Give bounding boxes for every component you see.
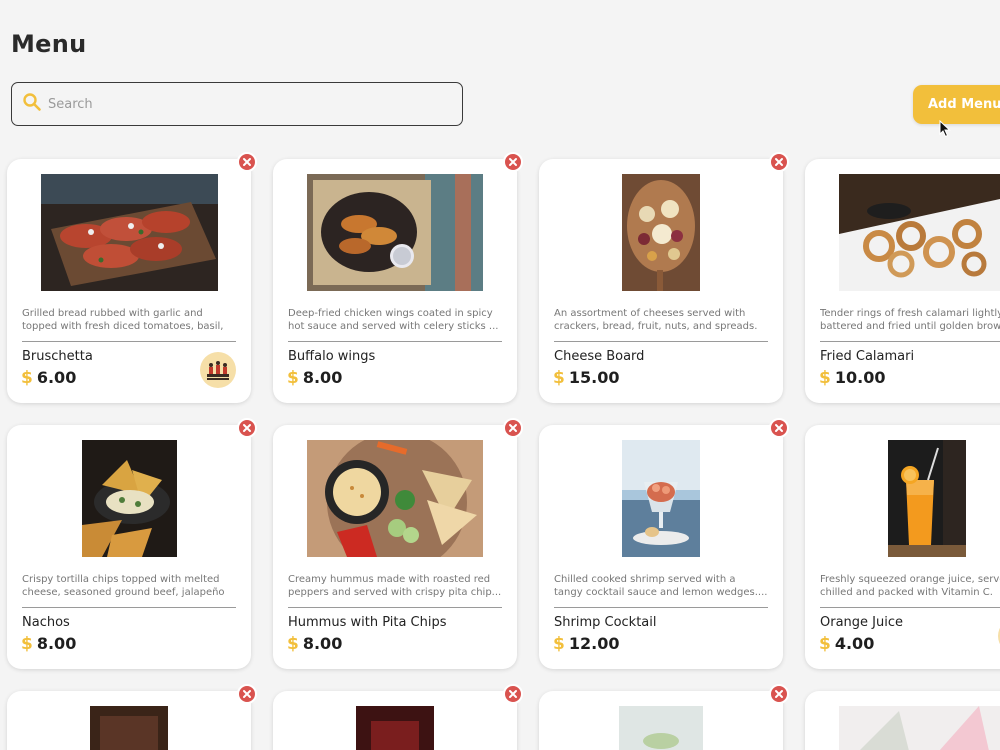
divider: [288, 341, 502, 342]
item-price: 8.00: [302, 368, 343, 387]
close-icon: [775, 424, 783, 432]
item-description: Freshly squeezed orange juice, served ch…: [820, 574, 1000, 598]
divider: [288, 607, 502, 608]
food-image: [356, 706, 434, 750]
add-menu-button[interactable]: Add Menu: [913, 85, 1000, 124]
price-row: $8.00: [287, 634, 342, 654]
food-image: [622, 440, 700, 557]
search-box[interactable]: [11, 82, 463, 126]
remove-item-button[interactable]: [503, 418, 523, 438]
dollar-icon: $: [553, 368, 565, 388]
item-price: 8.00: [36, 634, 77, 653]
item-name: Cheese Board: [554, 349, 645, 364]
item-description: Tender rings of fresh calamari lightly b…: [820, 308, 1000, 332]
food-image: [307, 174, 483, 291]
item-price: 10.00: [834, 368, 886, 387]
dollar-icon: $: [287, 634, 299, 654]
menu-card[interactable]: Crispy tortilla chips topped with melted…: [7, 418, 257, 669]
menu-card[interactable]: [7, 684, 257, 750]
menu-card[interactable]: Grilled bread rubbed with garlic and top…: [7, 152, 257, 403]
item-name: Bruschetta: [22, 349, 93, 364]
dollar-icon: $: [819, 634, 831, 654]
dollar-icon: $: [21, 634, 33, 654]
remove-item-button[interactable]: [237, 684, 257, 704]
remove-item-button[interactable]: [769, 152, 789, 172]
item-description: Crispy tortilla chips topped with melted…: [22, 574, 225, 598]
item-name: Buffalo wings: [288, 349, 376, 364]
close-icon: [775, 158, 783, 166]
close-icon: [509, 690, 517, 698]
food-image: [90, 706, 168, 750]
divider: [554, 607, 768, 608]
dollar-icon: $: [21, 368, 33, 388]
close-icon: [243, 690, 251, 698]
food-image: [839, 174, 1000, 291]
item-description: An assortment of cheeses served with cra…: [554, 308, 758, 332]
divider: [22, 341, 236, 342]
item-description: Deep-fried chicken wings coated in spicy…: [288, 308, 499, 332]
price-row: $4.00: [819, 634, 874, 654]
item-description: Creamy hummus made with roasted red pepp…: [288, 574, 502, 598]
close-icon: [243, 158, 251, 166]
remove-item-button[interactable]: [237, 418, 257, 438]
price-row: $10.00: [819, 368, 885, 388]
search-icon: [22, 92, 42, 116]
menu-card[interactable]: [539, 684, 789, 750]
menu-card[interactable]: Chilled cooked shrimp served with a tang…: [539, 418, 789, 669]
search-input[interactable]: [48, 96, 448, 112]
close-icon: [775, 690, 783, 698]
menu-card[interactable]: [805, 691, 1000, 750]
item-price: 6.00: [36, 368, 77, 387]
appetizer-badge-icon: [200, 352, 236, 388]
item-name: Nachos: [22, 615, 70, 630]
divider: [820, 607, 1000, 608]
menu-card[interactable]: Tender rings of fresh calamari lightly b…: [805, 159, 1000, 403]
food-image: [888, 440, 966, 557]
item-name: Hummus with Pita Chips: [288, 615, 447, 630]
item-description: Chilled cooked shrimp served with a tang…: [554, 574, 768, 598]
price-row: $6.00: [21, 368, 76, 388]
item-price: 15.00: [568, 368, 620, 387]
close-icon: [509, 424, 517, 432]
mouse-cursor-icon: [939, 120, 951, 138]
price-row: $8.00: [287, 368, 342, 388]
menu-card[interactable]: Freshly squeezed orange juice, served ch…: [805, 425, 1000, 669]
menu-card[interactable]: An assortment of cheeses served with cra…: [539, 152, 789, 403]
food-image: [619, 706, 703, 750]
food-image: [82, 440, 177, 557]
food-image: [41, 174, 218, 291]
divider: [820, 341, 1000, 342]
item-price: 8.00: [302, 634, 343, 653]
item-price: 12.00: [568, 634, 620, 653]
price-row: $15.00: [553, 368, 619, 388]
menu-card[interactable]: Creamy hummus made with roasted red pepp…: [273, 418, 523, 669]
divider: [554, 341, 768, 342]
dollar-icon: $: [819, 368, 831, 388]
close-icon: [243, 424, 251, 432]
divider: [22, 607, 236, 608]
price-row: $8.00: [21, 634, 76, 654]
item-description: Grilled bread rubbed with garlic and top…: [22, 308, 224, 332]
item-name: Orange Juice: [820, 615, 903, 630]
menu-card[interactable]: [273, 684, 523, 750]
remove-item-button[interactable]: [769, 418, 789, 438]
price-row: $12.00: [553, 634, 619, 654]
food-image: [622, 174, 700, 291]
remove-item-button[interactable]: [769, 684, 789, 704]
remove-item-button[interactable]: [237, 152, 257, 172]
dollar-icon: $: [553, 634, 565, 654]
food-image: [307, 440, 483, 557]
food-image: [839, 706, 1000, 750]
remove-item-button[interactable]: [503, 684, 523, 704]
remove-item-button[interactable]: [503, 152, 523, 172]
item-name: Shrimp Cocktail: [554, 615, 657, 630]
item-name: Fried Calamari: [820, 349, 915, 364]
menu-card[interactable]: Deep-fried chicken wings coated in spicy…: [273, 152, 523, 403]
dollar-icon: $: [287, 368, 299, 388]
page-title: Menu: [11, 30, 87, 58]
close-icon: [509, 158, 517, 166]
item-price: 4.00: [834, 634, 875, 653]
